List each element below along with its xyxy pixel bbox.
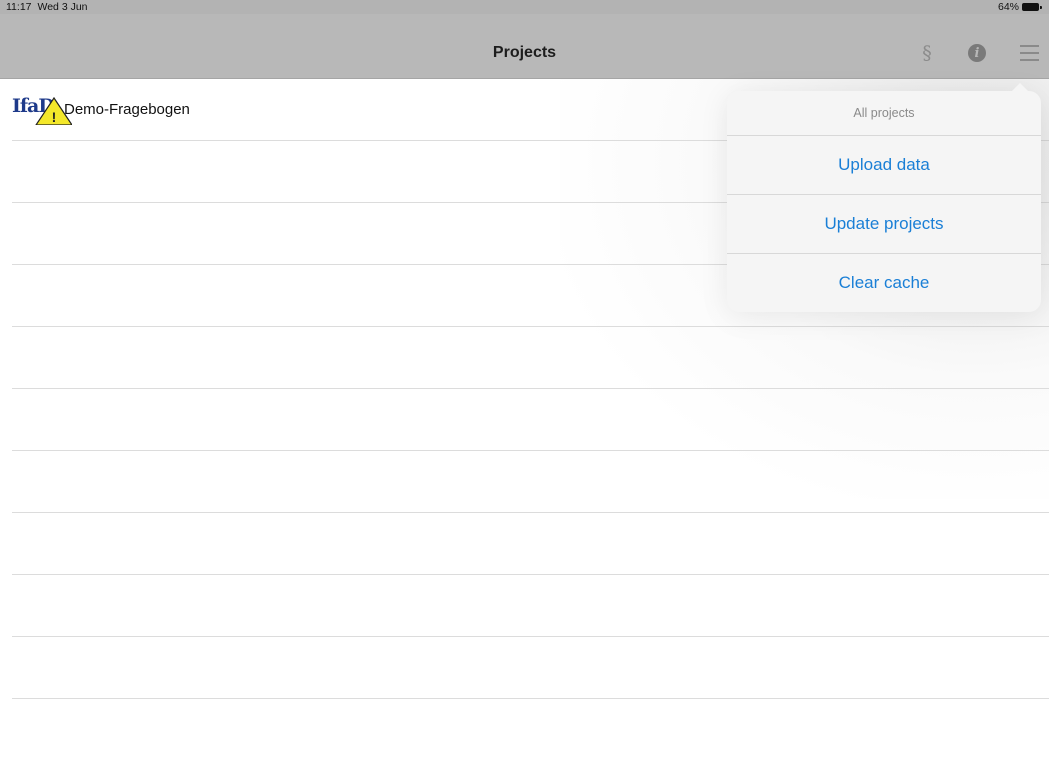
hamburger-menu-icon[interactable]: [1016, 39, 1042, 67]
menu-line: [1019, 45, 1039, 47]
legal-section-icon[interactable]: §: [916, 39, 938, 67]
menu-line: [1019, 59, 1039, 61]
info-icon: i: [968, 44, 986, 62]
warning-icon: !: [35, 96, 72, 125]
battery-icon: [1022, 3, 1042, 11]
svg-text:!: !: [52, 109, 57, 125]
battery-indicator: 64%: [997, 1, 1042, 13]
list-row: [12, 327, 1049, 389]
page-title: Projects: [492, 44, 557, 61]
clear-cache-button[interactable]: Clear cache: [727, 254, 1041, 312]
list-row: [12, 451, 1049, 513]
list-row: [12, 637, 1049, 699]
list-row: [12, 513, 1049, 575]
list-row: [12, 575, 1049, 637]
popover-arrow: [1011, 83, 1029, 92]
update-projects-button[interactable]: Update projects: [727, 195, 1041, 254]
status-bar: 11:17 Wed 3 Jun 64%: [0, 0, 1049, 14]
project-name: Demo-Fragebogen: [64, 101, 190, 118]
status-date: Wed 3 Jun: [37, 1, 88, 13]
menu-line: [1019, 52, 1039, 54]
status-time-date: 11:17 Wed 3 Jun: [6, 1, 88, 13]
upload-data-button[interactable]: Upload data: [727, 136, 1041, 195]
battery-percent: 64%: [997, 1, 1019, 13]
ifad-warning-logo: IfaD !: [12, 89, 72, 125]
projects-menu-popover: All projects Upload data Update projects…: [727, 83, 1041, 312]
list-row: [12, 389, 1049, 451]
popover-header: All projects: [727, 91, 1041, 136]
status-time: 11:17: [6, 1, 32, 13]
navigation-bar: Projects § i: [0, 14, 1049, 79]
info-button[interactable]: i: [964, 39, 990, 67]
